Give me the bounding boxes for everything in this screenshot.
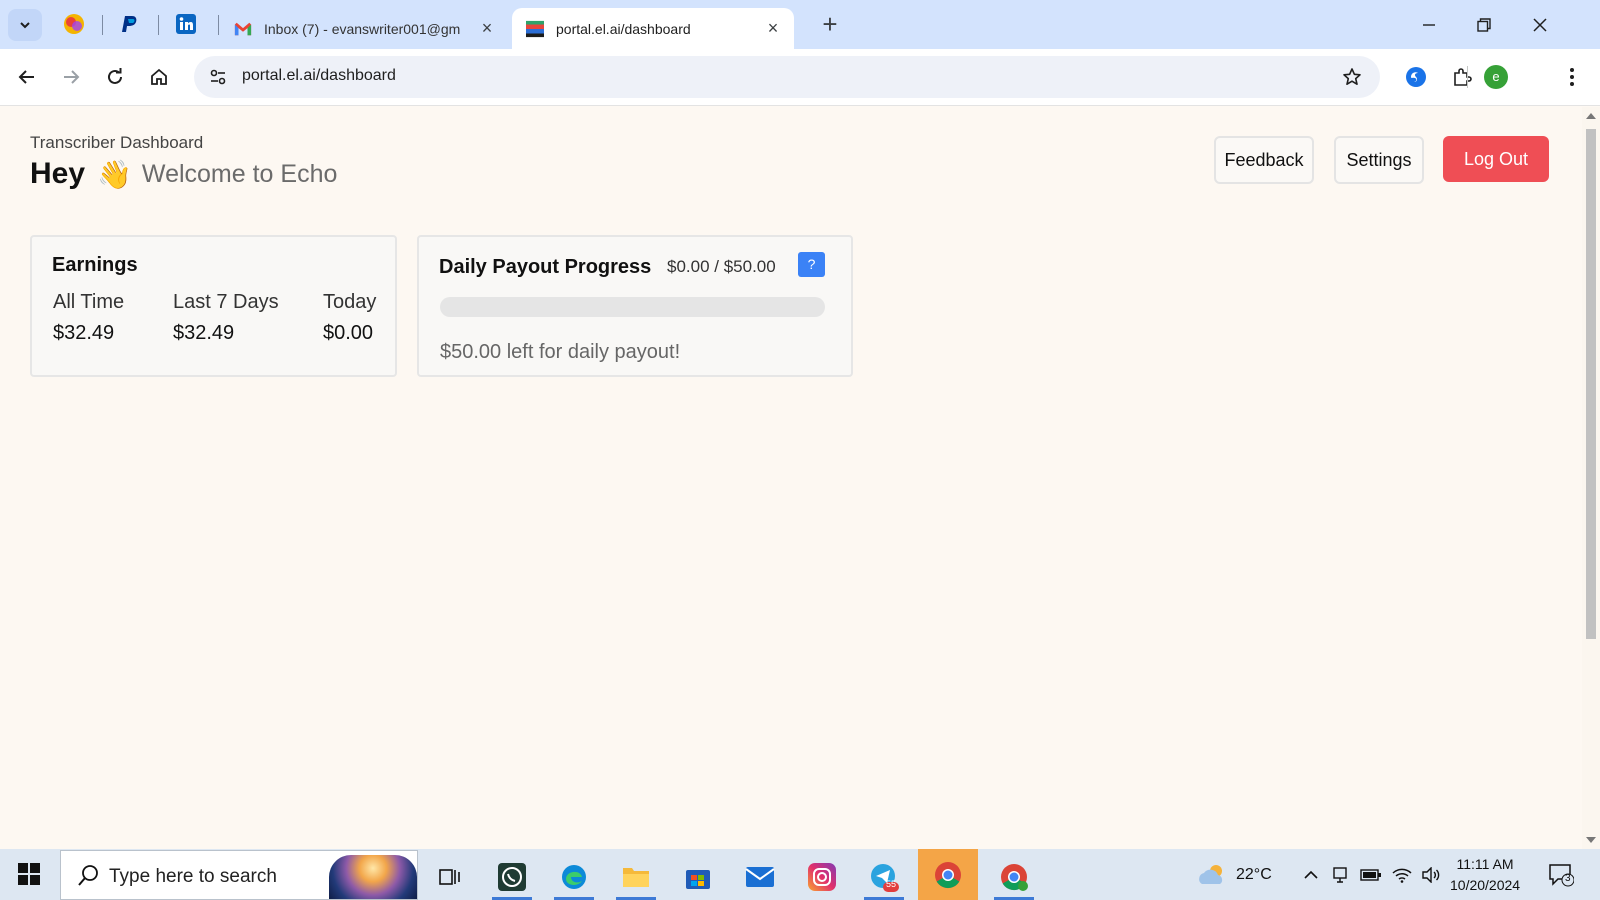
payout-amount: $0.00 / $50.00: [667, 257, 776, 276]
taskbar-search-placeholder: Type here to search: [109, 866, 277, 887]
pinned-tab-1[interactable]: [62, 12, 86, 36]
close-window-icon[interactable]: [1525, 10, 1555, 40]
linkedin-icon: [176, 14, 196, 34]
earnings-card: Earnings All Time $32.49 Last 7 Days $32…: [30, 235, 397, 377]
new-tab-icon[interactable]: +: [818, 11, 842, 37]
telegram-icon[interactable]: 55: [854, 853, 914, 900]
earnings-value: $0.00: [323, 322, 374, 344]
search-icon: [78, 865, 98, 886]
chevron-down-icon: [20, 22, 30, 29]
windows-taskbar: Type here to search 55 22°C 11:11 AM 10/…: [0, 849, 1600, 900]
weather-temp: 22°C: [1236, 865, 1272, 883]
page-subtitle: Transcriber Dashboard: [30, 133, 204, 152]
payout-title: Daily Payout Progress: [439, 256, 652, 278]
meet-now-icon[interactable]: [1332, 849, 1348, 900]
wifi-icon[interactable]: [1392, 849, 1412, 900]
tab-title: Inbox (7) - evanswriter001@gm: [264, 20, 461, 37]
dashboard-page: Transcriber Dashboard Hey 👋 Welcome to E…: [0, 107, 1582, 849]
earnings-label: Today: [323, 291, 377, 313]
forward-icon[interactable]: [55, 61, 87, 93]
browser-tab-strip: Inbox (7) - evanswriter001@gm × portal.e…: [0, 0, 1600, 49]
battery-icon[interactable]: [1360, 849, 1382, 900]
earnings-label: All Time: [53, 291, 125, 313]
pinned-tab-paypal[interactable]: [118, 12, 142, 36]
extension-swirl-icon[interactable]: [1400, 61, 1432, 93]
scroll-up-icon[interactable]: [1586, 113, 1596, 119]
browser-toolbar: portal.el.ai/dashboard e: [0, 49, 1600, 106]
microsoft-store-icon[interactable]: [668, 853, 728, 900]
task-view-icon[interactable]: [420, 853, 480, 900]
payout-help-button[interactable]: ?: [798, 252, 825, 277]
telegram-badge: 55: [886, 879, 897, 889]
earnings-all-time: All Time $32.49: [53, 291, 124, 345]
bookmark-star-icon[interactable]: [1340, 65, 1364, 89]
greeting-hey: Hey: [30, 157, 86, 190]
search-highlight-art: [329, 855, 417, 899]
close-tab-icon[interactable]: ×: [478, 19, 496, 37]
earnings-last-7-days: Last 7 Days $32.49: [173, 291, 279, 345]
chrome-profile-icon[interactable]: [984, 853, 1044, 900]
chrome-icon[interactable]: [918, 849, 978, 900]
clock-time: 11:11 AM: [1456, 856, 1514, 872]
menu-kebab-icon[interactable]: [1556, 61, 1588, 93]
tab-search-button[interactable]: [8, 9, 42, 41]
page-scrollbar[interactable]: [1582, 107, 1600, 849]
earnings-label: Last 7 Days: [173, 291, 279, 313]
earnings-value: $32.49: [173, 322, 235, 344]
extensions-puzzle-icon[interactable]: [1446, 61, 1478, 93]
tab-title: portal.el.ai/dashboard: [556, 20, 691, 37]
weather-cloud-icon: [1199, 864, 1223, 884]
gmail-icon: [234, 20, 252, 38]
scrollbar-thumb[interactable]: [1586, 129, 1596, 639]
settings-button[interactable]: Settings: [1334, 136, 1424, 184]
waving-hand-icon: 👋: [97, 158, 132, 190]
home-icon[interactable]: [143, 61, 175, 93]
scroll-down-icon[interactable]: [1586, 837, 1596, 843]
reload-icon[interactable]: [99, 61, 131, 93]
back-icon[interactable]: [11, 61, 43, 93]
close-tab-icon[interactable]: ×: [764, 19, 782, 37]
mail-icon[interactable]: [730, 853, 790, 900]
whatsapp-icon[interactable]: [482, 853, 542, 900]
paypal-icon: [122, 16, 137, 32]
payout-progress-bar: [440, 297, 825, 317]
taskbar-search-box[interactable]: Type here to search: [60, 850, 418, 900]
restore-icon[interactable]: [1469, 10, 1499, 40]
file-explorer-icon[interactable]: [606, 853, 666, 900]
tab-dashboard[interactable]: portal.el.ai/dashboard ×: [512, 8, 794, 49]
colorful-app-icon: [64, 14, 84, 34]
notification-center-icon[interactable]: 3: [1548, 863, 1575, 887]
feedback-button[interactable]: Feedback: [1214, 136, 1314, 184]
earnings-today: Today $0.00: [323, 291, 376, 345]
page-title: Hey 👋 Welcome to Echo: [30, 157, 337, 191]
url-text: portal.el.ai/dashboard: [242, 67, 396, 84]
site-info-icon[interactable]: [202, 61, 234, 93]
taskbar-clock[interactable]: 11:11 AM 10/20/2024: [1450, 854, 1520, 896]
minimize-icon[interactable]: [1414, 10, 1444, 40]
windows-start-icon[interactable]: [18, 863, 40, 885]
daily-payout-card: Daily Payout Progress $0.00 / $50.00 ? $…: [417, 235, 853, 377]
earnings-value: $32.49: [53, 322, 115, 344]
profile-avatar[interactable]: e: [1484, 65, 1508, 89]
tray-chevron-up-icon[interactable]: [1304, 849, 1318, 900]
address-bar[interactable]: portal.el.ai/dashboard: [194, 56, 1380, 98]
clock-date: 10/20/2024: [1450, 877, 1521, 893]
edge-icon[interactable]: [544, 853, 604, 900]
earnings-title: Earnings: [52, 254, 138, 276]
payout-remaining-text: $50.00 left for daily payout!: [440, 341, 681, 363]
weather-widget[interactable]: 22°C: [1196, 849, 1272, 900]
echo-favicon-icon: [526, 20, 544, 38]
pinned-tab-linkedin[interactable]: [174, 12, 198, 36]
instagram-icon[interactable]: [792, 853, 852, 900]
logout-button[interactable]: Log Out: [1443, 136, 1549, 182]
notification-count: 3: [1565, 873, 1571, 884]
tab-gmail[interactable]: Inbox (7) - evanswriter001@gm ×: [220, 8, 508, 49]
welcome-text: Welcome to Echo: [141, 159, 338, 188]
volume-icon[interactable]: [1421, 849, 1441, 900]
